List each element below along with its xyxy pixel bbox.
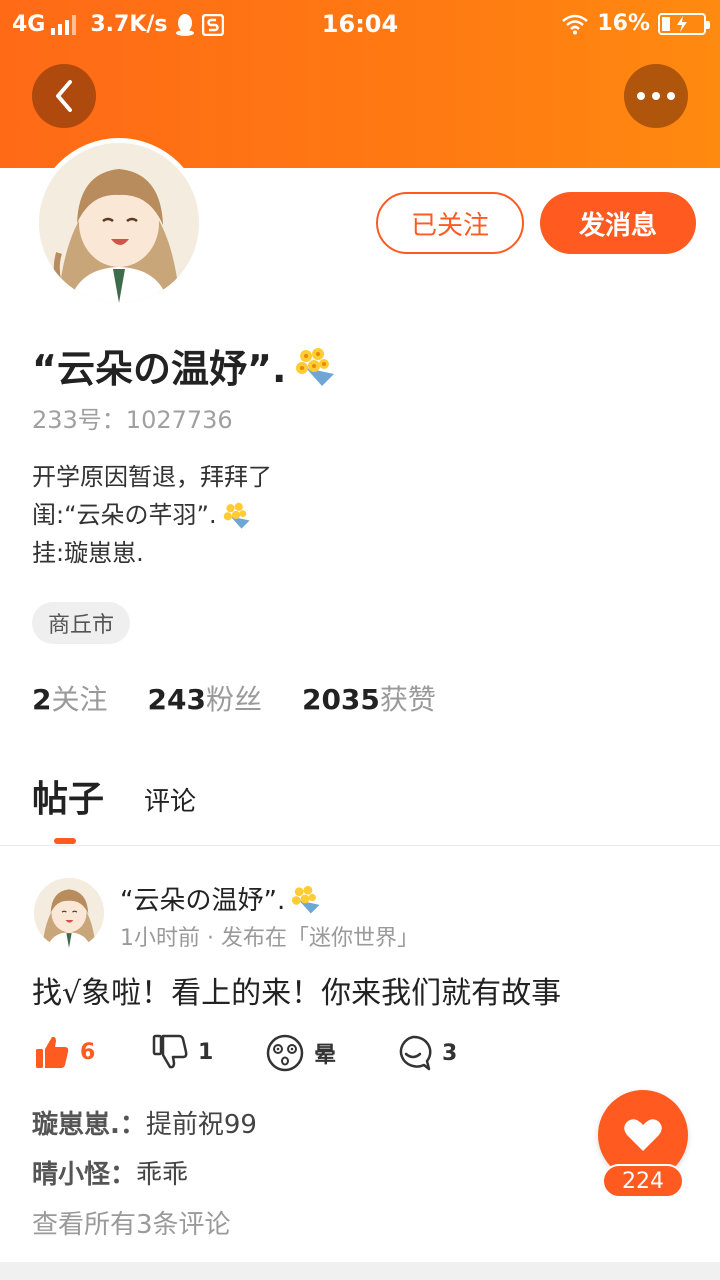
- divider: [0, 845, 720, 846]
- wifi-icon: [562, 14, 589, 34]
- thumbs-up-icon: [36, 1036, 69, 1068]
- send-message-button[interactable]: 发消息: [540, 192, 696, 254]
- comment-user: 璇崽崽.：: [32, 1110, 146, 1140]
- battery-icon: [658, 12, 710, 35]
- anime-girl-avatar-image: [39, 143, 199, 303]
- more-dots-icon: [637, 92, 675, 100]
- user-id: 233号：1027736: [32, 406, 233, 434]
- post-meta: 1小时前 · 发布在「迷你世界」: [120, 926, 419, 951]
- fans-stat[interactable]: 243粉丝: [148, 678, 262, 718]
- post-author-avatar[interactable]: [34, 878, 104, 948]
- flower-bouquet-icon: [223, 502, 250, 529]
- heart-icon: [624, 1119, 662, 1151]
- status-bar: 4G 3.7K/s 16:04 16%: [0, 0, 720, 52]
- dizzy-button[interactable]: 晕: [266, 1034, 336, 1072]
- tab-posts[interactable]: 帖子: [32, 770, 104, 844]
- profile-avatar[interactable]: [34, 138, 204, 308]
- thumbs-down-icon: [152, 1034, 188, 1069]
- bio-line: 开学原因暂退，拜拜了: [32, 463, 272, 491]
- location-tag[interactable]: 商丘市: [32, 602, 131, 644]
- bottom-separator: [0, 1262, 720, 1280]
- floating-like-count: 224: [602, 1164, 684, 1198]
- profile-tabs: 帖子 评论: [32, 770, 196, 844]
- dislike-count: 1: [198, 1039, 214, 1065]
- like-button[interactable]: 6: [34, 1034, 95, 1070]
- battery-percent: 16%: [597, 11, 650, 36]
- profile-name: “云朵の温妤”.: [32, 338, 336, 393]
- following-stat[interactable]: 2关注: [32, 678, 108, 718]
- chevron-left-icon: [56, 80, 72, 112]
- comment-text: 提前祝99: [145, 1110, 257, 1140]
- profile-name-text: “云朵の温妤”.: [32, 347, 287, 391]
- bio-line: 挂:璇崽崽.: [32, 539, 144, 567]
- comment-bubble-icon: [399, 1035, 432, 1071]
- flower-bouquet-icon: [296, 347, 335, 386]
- tab-active-indicator: [54, 838, 76, 844]
- bio-line: 闺:“云朵の芊羽”.: [32, 496, 272, 534]
- likes-stat: 2035获赞: [301, 683, 436, 716]
- tab-comments[interactable]: 评论: [144, 781, 196, 822]
- comment-count: 3: [442, 1040, 458, 1066]
- profile-stats: 2关注 243粉丝 2035获赞: [32, 678, 436, 718]
- dizzy-face-icon: [266, 1034, 304, 1072]
- post-actions: 6 1 晕 3: [34, 1034, 494, 1078]
- flower-bouquet-icon: [292, 885, 320, 914]
- view-all-comments-link[interactable]: 查看所有3条评论: [32, 1204, 231, 1241]
- anime-girl-avatar-image: [34, 878, 104, 948]
- comment-user: 晴小怪：: [32, 1160, 137, 1190]
- back-button[interactable]: [32, 64, 96, 128]
- comment-preview[interactable]: 璇崽崽.：提前祝99: [32, 1104, 257, 1141]
- like-count: 6: [80, 1039, 96, 1065]
- comment-text: 乖乖: [136, 1160, 189, 1190]
- post-author[interactable]: “云朵の温妤”.: [120, 880, 321, 917]
- comment-preview[interactable]: 晴小怪：乖乖: [32, 1154, 188, 1191]
- post-content[interactable]: 找√象啦！看上的来！你来我们就有故事: [32, 968, 561, 1012]
- dislike-button[interactable]: 1: [152, 1034, 213, 1070]
- follow-button[interactable]: 已关注: [376, 192, 524, 254]
- comment-button[interactable]: 3: [394, 1034, 457, 1072]
- profile-bio: 开学原因暂退，拜拜了 闺:“云朵の芊羽”. 挂:璇崽崽.: [32, 458, 272, 572]
- more-button[interactable]: [624, 64, 688, 128]
- dizzy-label: 晕: [314, 1043, 337, 1068]
